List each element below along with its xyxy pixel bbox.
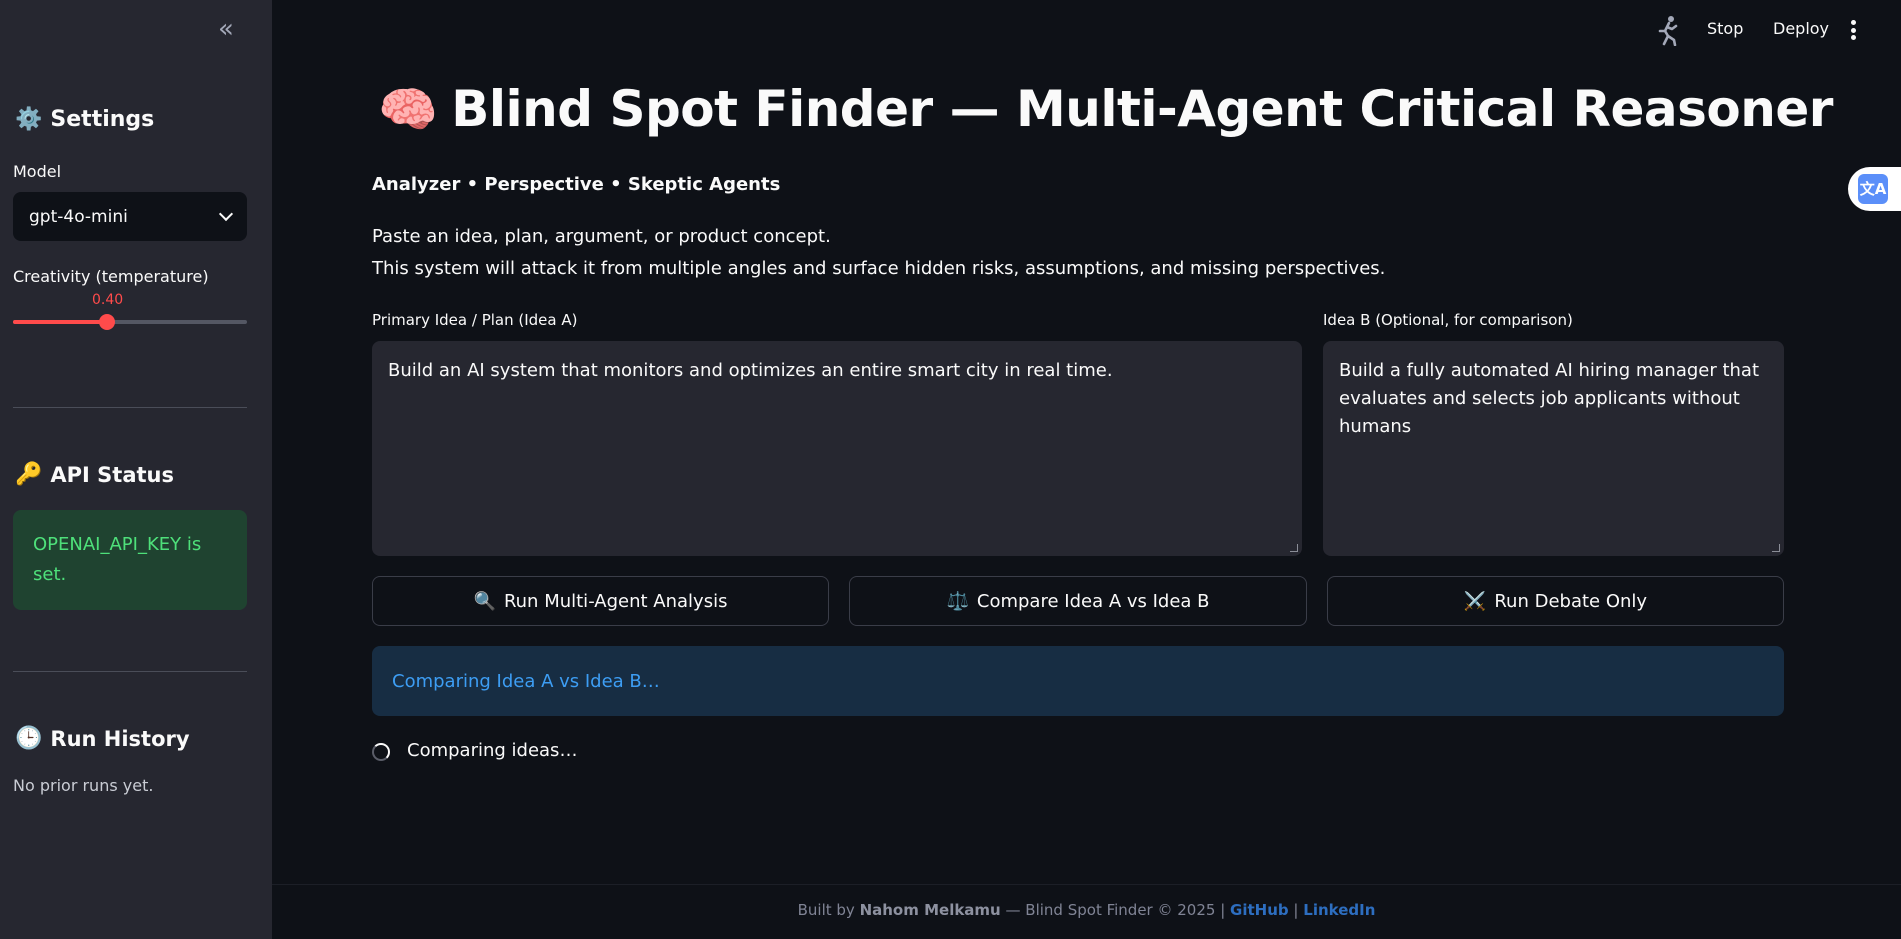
settings-heading: ⚙️ Settings (15, 107, 154, 132)
brain-icon: 🧠 (378, 81, 438, 138)
running-man-icon (1658, 16, 1678, 46)
description-line-1: Paste an idea, plan, argument, or produc… (372, 226, 831, 247)
subtitle: Analyzer • Perspective • Skeptic Agents (372, 174, 781, 195)
gear-icon: ⚙️ (15, 107, 43, 132)
footer-separator: | (1293, 901, 1299, 919)
loading-spinner-icon (372, 743, 390, 761)
resize-handle[interactable] (1772, 544, 1780, 552)
run-history-heading-text: Run History (50, 726, 190, 751)
idea-a-text: Build an AI system that monitors and opt… (388, 360, 1113, 381)
idea-a-textarea[interactable]: Build an AI system that monitors and opt… (372, 341, 1302, 556)
footer-author: Nahom Melkamu (859, 901, 1001, 919)
sidebar-divider (13, 407, 247, 408)
translate-icon: 文A (1858, 174, 1888, 204)
slider-fill (13, 320, 107, 324)
sidebar: « ⚙️ Settings Model gpt-4o-mini Creativi… (0, 0, 272, 939)
run-analysis-button[interactable]: 🔍 Run Multi-Agent Analysis (372, 576, 829, 626)
temperature-slider[interactable] (13, 314, 247, 330)
collapse-sidebar-icon[interactable]: « (212, 16, 240, 44)
spinner-text: Comparing ideas… (407, 740, 578, 761)
magnifier-icon: 🔍 (473, 590, 496, 612)
info-alert-text: Comparing Idea A vs Idea B… (392, 670, 660, 692)
footer-middle: — Blind Spot Finder © 2025 | (1005, 901, 1226, 919)
run-history-heading: 🕒 Run History (15, 726, 190, 751)
slider-thumb[interactable] (98, 314, 115, 330)
description-line-2: This system will attack it from multiple… (372, 258, 1386, 279)
deploy-button[interactable]: Deploy (1773, 19, 1829, 38)
compare-ideas-button[interactable]: ⚖️ Compare Idea A vs Idea B (849, 576, 1307, 626)
main-menu-icon[interactable] (1851, 20, 1857, 40)
api-status-badge: OPENAI_API_KEY is set. (13, 510, 247, 610)
chevron-down-icon (218, 206, 234, 222)
run-debate-label: Run Debate Only (1494, 590, 1648, 612)
model-select[interactable]: gpt-4o-mini (13, 192, 247, 241)
crossed-swords-icon: ⚔️ (1463, 590, 1487, 612)
temperature-value: 0.40 (92, 292, 124, 308)
temperature-label: Creativity (temperature) (13, 267, 209, 286)
run-debate-button[interactable]: ⚔️ Run Debate Only (1327, 576, 1784, 626)
sidebar-divider (13, 671, 247, 672)
settings-heading-text: Settings (50, 107, 155, 132)
idea-b-text: Build a fully automated AI hiring manage… (1339, 360, 1760, 437)
idea-b-textarea[interactable]: Build a fully automated AI hiring manage… (1323, 341, 1784, 556)
footer: Built by Nahom Melkamu — Blind Spot Find… (272, 884, 1901, 939)
github-link[interactable]: GitHub (1230, 901, 1289, 919)
key-icon: 🔑 (15, 462, 43, 487)
clock-icon: 🕒 (15, 726, 43, 751)
run-history-empty: No prior runs yet. (13, 776, 154, 795)
model-label: Model (13, 162, 62, 181)
page-title-text: Blind Spot Finder — Multi-Agent Critical… (451, 80, 1833, 138)
stop-button[interactable]: Stop (1707, 19, 1743, 38)
scales-icon: ⚖️ (946, 590, 969, 612)
compare-ideas-label: Compare Idea A vs Idea B (976, 590, 1210, 612)
info-alert: Comparing Idea A vs Idea B… (372, 646, 1784, 716)
page-title: 🧠 Blind Spot Finder — Multi-Agent Critic… (378, 80, 1833, 138)
model-select-value: gpt-4o-mini (29, 206, 128, 227)
api-status-heading-text: API Status (50, 462, 174, 487)
linkedin-link[interactable]: LinkedIn (1303, 901, 1375, 919)
resize-handle[interactable] (1290, 544, 1298, 552)
idea-b-label: Idea B (Optional, for comparison) (1323, 311, 1573, 329)
run-analysis-label: Run Multi-Agent Analysis (503, 590, 728, 612)
app-root: « ⚙️ Settings Model gpt-4o-mini Creativi… (0, 0, 1901, 939)
api-status-heading: 🔑 API Status (15, 462, 174, 487)
translate-widget[interactable]: 文A (1848, 167, 1901, 211)
footer-prefix: Built by (797, 901, 855, 919)
idea-a-label: Primary Idea / Plan (Idea A) (372, 311, 578, 329)
